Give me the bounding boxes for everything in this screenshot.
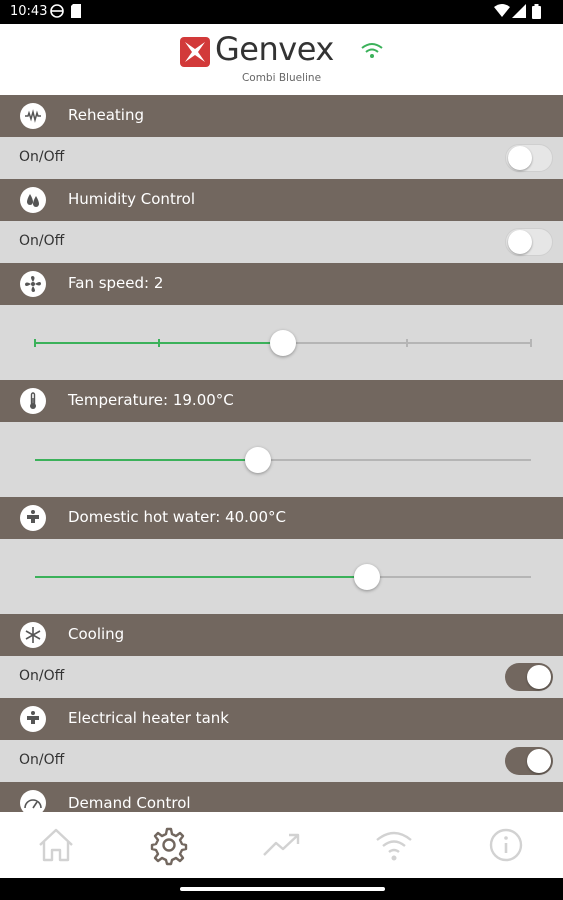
cooling-row: On/Off xyxy=(0,656,563,698)
status-bar: 10:43 xyxy=(0,0,563,24)
electrical-heater-row: On/Off xyxy=(0,740,563,782)
app-header: Genvex Combi Blueline xyxy=(0,24,563,95)
humidity-toggle[interactable] xyxy=(505,228,553,256)
wifi-status-icon xyxy=(494,4,510,22)
status-time: 10:43 xyxy=(10,4,48,19)
snowflake-icon xyxy=(20,622,46,648)
nav-info-icon[interactable] xyxy=(485,824,527,866)
electrical-heater-title: Electrical heater tank xyxy=(68,709,229,727)
fan-speed-thumb[interactable] xyxy=(270,330,296,356)
toggle-knob xyxy=(508,230,532,254)
section-cooling: Cooling xyxy=(0,614,563,656)
reheating-icon xyxy=(20,103,46,129)
reheating-toggle[interactable] xyxy=(505,144,553,172)
water-tap-icon xyxy=(20,706,46,732)
genvex-logo-icon xyxy=(180,37,210,67)
gauge-icon xyxy=(20,790,46,812)
humidity-title: Humidity Control xyxy=(68,190,196,208)
section-demand-control: Demand Control xyxy=(0,782,563,812)
model-name: Combi Blueline xyxy=(241,72,322,84)
section-hot-water: Domestic hot water: 40.00°C xyxy=(0,497,563,539)
humidity-icon xyxy=(20,187,46,213)
connection-wifi-icon xyxy=(361,43,383,58)
toggle-knob xyxy=(508,146,532,170)
vpn-icon xyxy=(50,4,64,22)
section-humidity: Humidity Control xyxy=(0,179,563,221)
nav-wifi-icon[interactable] xyxy=(373,824,415,866)
hot-water-fill xyxy=(35,576,367,578)
fan-speed-track xyxy=(34,330,532,356)
temperature-slider[interactable] xyxy=(0,422,563,497)
temperature-fill xyxy=(35,459,258,461)
nav-settings-icon[interactable] xyxy=(148,824,190,866)
humidity-row: On/Off xyxy=(0,221,563,263)
fan-speed-tick xyxy=(406,339,408,347)
section-fan-speed: Fan speed: 2 xyxy=(0,263,563,305)
nav-home-icon[interactable] xyxy=(35,824,77,866)
section-temperature: Temperature: 19.00°C xyxy=(0,380,563,422)
cooling-toggle-label: On/Off xyxy=(19,668,65,684)
hot-water-slider[interactable] xyxy=(0,539,563,614)
electrical-heater-toggle-label: On/Off xyxy=(19,752,65,768)
fan-icon xyxy=(20,271,46,297)
brand-name: Genvex xyxy=(215,30,334,68)
fan-speed-title: Fan speed: 2 xyxy=(68,274,164,292)
temperature-thumb[interactable] xyxy=(245,447,271,473)
toggle-knob xyxy=(527,665,551,689)
hot-water-title: Domestic hot water: 40.00°C xyxy=(68,508,286,526)
reheating-row: On/Off xyxy=(0,137,563,179)
fan-speed-tick xyxy=(34,339,36,347)
fan-speed-tick xyxy=(158,339,160,347)
fan-speed-tick xyxy=(530,339,532,347)
sim-card-icon xyxy=(70,4,82,22)
fan-speed-slider[interactable] xyxy=(0,305,563,380)
reheating-toggle-label: On/Off xyxy=(19,149,65,165)
reheating-title: Reheating xyxy=(68,106,144,124)
hot-water-icon xyxy=(20,505,46,531)
temperature-track xyxy=(35,447,531,473)
section-reheating: Reheating xyxy=(0,95,563,137)
home-gesture-handle[interactable] xyxy=(180,887,385,891)
thermometer-icon xyxy=(20,388,46,414)
bottom-navigation xyxy=(0,812,563,878)
electrical-heater-toggle[interactable] xyxy=(505,747,553,775)
battery-icon xyxy=(532,4,541,23)
cooling-toggle[interactable] xyxy=(505,663,553,691)
hot-water-track xyxy=(35,564,531,590)
demand-control-title: Demand Control xyxy=(68,794,191,812)
section-electrical-heater: Electrical heater tank xyxy=(0,698,563,740)
gesture-navigation-bar xyxy=(0,878,563,900)
cooling-title: Cooling xyxy=(68,625,125,643)
cell-signal-icon xyxy=(512,4,526,22)
toggle-knob xyxy=(527,749,551,773)
humidity-toggle-label: On/Off xyxy=(19,233,65,249)
hot-water-thumb[interactable] xyxy=(354,564,380,590)
nav-trend-icon[interactable] xyxy=(261,824,303,866)
temperature-title: Temperature: 19.00°C xyxy=(68,391,234,409)
